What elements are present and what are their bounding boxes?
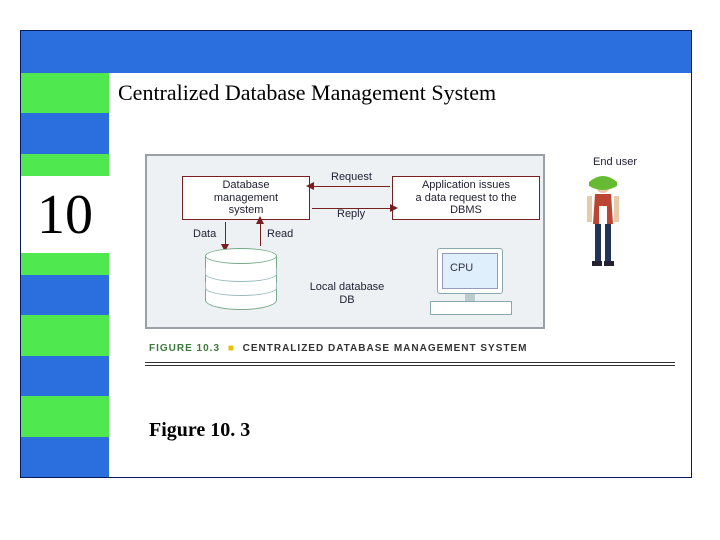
arrow-data [225, 222, 226, 246]
database-icon [205, 248, 277, 310]
label-local-db: Local databaseDB [297, 281, 397, 306]
square-bullet-icon: ■ [228, 343, 235, 354]
box-dbms: Databasemanagementsystem [182, 176, 310, 220]
slide-title: Centralized Database Management System [118, 80, 496, 106]
stripe [21, 73, 109, 113]
cpu-computer-icon: CPU [427, 248, 517, 320]
slide-caption: Figure 10. 3 [149, 419, 250, 442]
stripe [21, 396, 109, 436]
box-application: Application issuesa data request to theD… [392, 176, 540, 220]
arrowhead-icon [306, 182, 314, 190]
label-data: Data [193, 228, 216, 240]
label-reply: Reply [337, 208, 365, 220]
person-icon [583, 176, 623, 271]
figcap-title: CENTRALIZED DATABASE MANAGEMENT SYSTEM [243, 343, 528, 354]
chapter-number: 10 [21, 176, 109, 253]
label-request: Request [331, 171, 372, 183]
label-read: Read [267, 228, 293, 240]
stripe [21, 437, 109, 477]
box-dbms-label: Databasemanagementsystem [214, 179, 278, 217]
diagram-frame: Databasemanagementsystem Application iss… [145, 154, 545, 329]
stripe [21, 356, 109, 396]
arrowhead-icon [256, 216, 264, 224]
arrow-read [260, 222, 261, 246]
figcap-number: FIGURE 10.3 [149, 343, 220, 354]
arrowhead-icon [390, 204, 398, 212]
stripe [21, 275, 109, 315]
slide-frame: 10 Centralized Database Management Syste… [20, 30, 692, 478]
left-stripe-column [21, 73, 109, 477]
figure-area: Databasemanagementsystem Application iss… [125, 146, 685, 381]
embedded-figure-caption: FIGURE 10.3 ■ CENTRALIZED DATABASE MANAG… [149, 343, 528, 354]
box-app-label: Application issuesa data request to theD… [416, 179, 517, 217]
arrow-request [312, 186, 390, 187]
label-end-user: End user [570, 156, 660, 168]
stripe [21, 113, 109, 153]
label-cpu: CPU [450, 262, 473, 274]
figcap-rule [145, 362, 675, 366]
top-bar [21, 31, 691, 73]
stripe [21, 315, 109, 355]
